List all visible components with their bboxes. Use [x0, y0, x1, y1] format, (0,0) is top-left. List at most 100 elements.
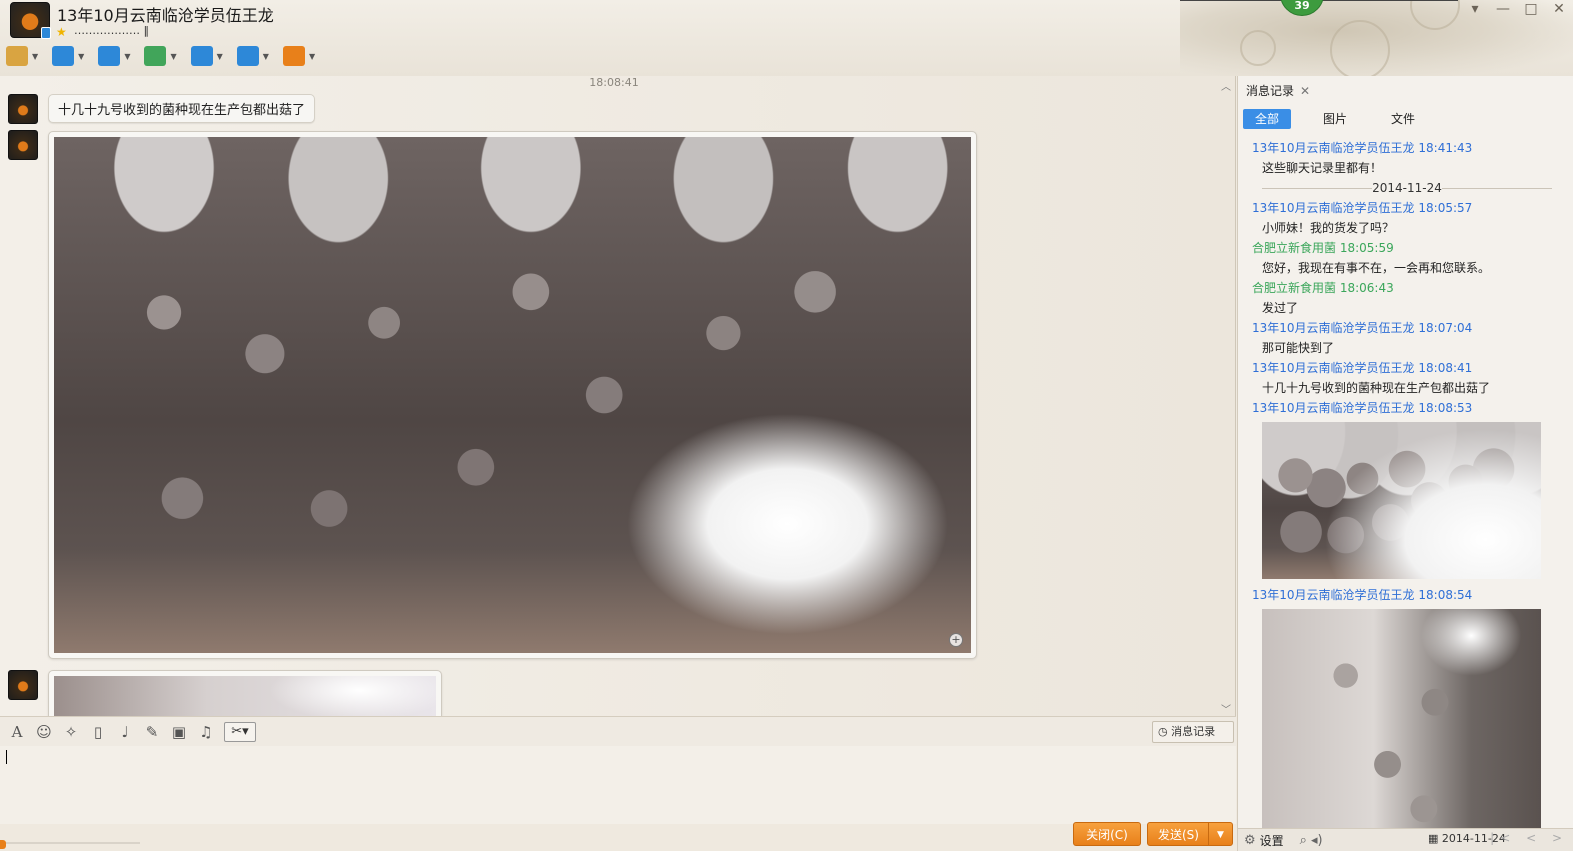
send-options-icon[interactable]: ▼ — [1208, 823, 1232, 845]
settings-label[interactable]: 设置 — [1260, 832, 1284, 849]
filter-files[interactable]: 文件 — [1379, 109, 1427, 129]
dropdown-caret-icon[interactable]: ▼ — [309, 52, 315, 61]
music-icon[interactable]: ♫ — [197, 723, 215, 741]
camera-icon[interactable] — [52, 46, 75, 66]
dropdown-caret-icon[interactable]: ▼ — [263, 52, 269, 61]
dropdown-caret-icon[interactable]: ▼ — [78, 52, 84, 61]
tab-message-history[interactable]: 消息记录 ✕ — [1246, 82, 1310, 99]
contact-name: 13年10月云南临沧学员伍王龙 — [57, 6, 274, 25]
discussion-add-tool[interactable]: ▼ — [144, 46, 177, 66]
history-message-text: 发过了 — [1262, 301, 1299, 315]
input-toolbar: A ☺ ✧ ▯ ♩ ✎ ▣ ♫ ✂▾ — [0, 716, 1236, 746]
sender-name[interactable]: 13年10月云南临沧学员伍王龙 — [1252, 321, 1415, 335]
search-icon[interactable]: ⌕ — [1300, 833, 1307, 848]
sender-avatar[interactable] — [8, 130, 38, 160]
filter-all[interactable]: 全部 — [1243, 109, 1292, 129]
speaker-icon[interactable]: ◂) — [1311, 833, 1323, 848]
contact-avatar[interactable] — [10, 2, 51, 39]
scroll-down-icon[interactable]: ﹀ — [1221, 701, 1231, 716]
image-message[interactable]: + — [48, 131, 977, 659]
message-timestamp: 18:05:59 — [1339, 241, 1394, 255]
apps-grid-icon[interactable] — [282, 46, 305, 66]
file-transfer-tool[interactable]: ▼ — [98, 46, 130, 66]
dropdown-caret-icon[interactable]: ▼ — [32, 52, 38, 61]
microphone-icon[interactable] — [6, 46, 28, 66]
mushroom-photo[interactable] — [54, 676, 436, 716]
history-message-text: 小师妹！我的货发了吗？ — [1262, 221, 1395, 235]
edit-note-icon[interactable]: ✎ — [143, 723, 161, 741]
message-timestamp: 18:08:41 — [1418, 361, 1473, 375]
close-window-button[interactable]: ✕ — [1545, 0, 1573, 20]
history-image-thumbnail[interactable] — [1262, 609, 1541, 831]
history-nav[interactable]: |< < > — [1490, 831, 1568, 845]
calendar-icon: ▦ — [1428, 832, 1442, 845]
history-message-text: 这些聊天记录里都有！ — [1262, 161, 1383, 175]
image-message[interactable] — [48, 670, 442, 716]
history-entry-header: 13年10月云南临沧学员伍王龙 18:07:04 — [1252, 318, 1562, 338]
history-log[interactable]: 13年10月云南临沧学员伍王龙 18:41:43 这些聊天记录里都有！ 2014-1… — [1252, 138, 1562, 837]
history-entry-header: 13年10月云南临沧学员伍王龙 18:08:54 — [1252, 585, 1562, 605]
filter-images[interactable]: 图片 — [1311, 109, 1359, 129]
minimize-button[interactable]: — — [1489, 0, 1517, 20]
dropdown-caret-icon[interactable]: ▼ — [124, 52, 130, 61]
sender-avatar[interactable] — [8, 670, 38, 700]
send-button[interactable]: 发送(S) ▼ — [1147, 822, 1233, 846]
clock-icon: ◷ — [1158, 725, 1172, 738]
file-transfer-icon[interactable] — [98, 46, 121, 66]
gear-icon[interactable]: ⚙ — [1244, 833, 1256, 848]
remote-desktop-tool[interactable]: ▼ — [190, 46, 223, 66]
message-timestamp: 18:06:43 — [1339, 281, 1394, 295]
close-button[interactable]: 关闭(C) — [1073, 822, 1141, 846]
scroll-up-icon[interactable]: ︿ — [1221, 78, 1231, 93]
share-screen-icon[interactable] — [236, 46, 259, 66]
message-history-button[interactable]: ◷ 消息记录 — [1152, 721, 1234, 743]
shake-icon[interactable]: ✧ — [62, 723, 80, 741]
history-footer: ⚙ 设置 ⌕ ◂) ▦ 2014-11-24 |< < > — [1238, 828, 1573, 851]
sender-name[interactable]: 13年10月云南临沧学员伍王龙 — [1252, 141, 1415, 155]
history-message-text: 那可能快到了 — [1262, 341, 1335, 355]
sender-name[interactable]: 13年10月云南临沧学员伍王龙 — [1252, 401, 1415, 415]
menu-chevron-icon[interactable]: ▾ — [1461, 0, 1489, 20]
zoom-in-icon[interactable]: + — [949, 633, 963, 647]
microphone-tool[interactable]: ▼ — [6, 46, 38, 66]
history-entry-header: 合肥立新食用菌 18:05:59 — [1252, 238, 1562, 258]
status-divider — [0, 842, 140, 844]
discussion-add-icon[interactable] — [144, 46, 167, 66]
screenshot-frame-icon[interactable]: ▯ — [89, 723, 107, 741]
image-icon[interactable]: ▣ — [170, 723, 188, 741]
sender-name[interactable]: 13年10月云南临沧学员伍王龙 — [1252, 361, 1415, 375]
voice-icon[interactable]: ♩ — [116, 723, 134, 741]
status-dot-icon — [0, 840, 6, 849]
history-filter-tabs: 全部 图片 文件 — [1243, 109, 1447, 129]
apps-grid-tool[interactable]: ▼ — [282, 46, 315, 66]
dropdown-caret-icon[interactable]: ▼ — [170, 52, 176, 61]
dropdown-caret-icon[interactable]: ▼ — [217, 52, 223, 61]
star-icon: ★ — [56, 25, 67, 39]
close-tab-icon[interactable]: ✕ — [1300, 84, 1310, 98]
mushroom-photo[interactable]: + — [54, 137, 971, 653]
sender-avatar[interactable] — [8, 94, 38, 124]
emoji-icon[interactable]: ☺ — [35, 723, 53, 741]
font-icon[interactable]: A — [8, 723, 26, 741]
message-timestamp: 18:07:04 — [1418, 321, 1473, 335]
history-image-thumbnail[interactable] — [1262, 422, 1541, 579]
text-caret — [6, 750, 7, 764]
mobile-online-icon — [41, 27, 51, 39]
message-history-label: 消息记录 — [1171, 725, 1216, 738]
maximize-button[interactable]: □ — [1517, 0, 1545, 20]
chat-history-pane[interactable]: 18:08:41 ︿ 十几十九号收到的菌种现在生产包都出菇了 + ﹀ — [0, 76, 1236, 716]
sender-name[interactable]: 13年10月云南临沧学员伍王龙 — [1252, 588, 1415, 602]
remote-desktop-icon[interactable] — [190, 46, 213, 66]
screenshot-cut-button[interactable]: ✂▾ — [224, 721, 256, 742]
sender-name[interactable]: 13年10月云南临沧学员伍王龙 — [1252, 201, 1415, 215]
sender-name[interactable]: 合肥立新食用菌 — [1252, 281, 1336, 295]
share-screen-tool[interactable]: ▼ — [236, 46, 269, 66]
chat-toolbar: ▼ ▼ ▼ ▼ ▼ ▼ ▼ — [6, 46, 329, 66]
camera-tool[interactable]: ▼ — [52, 46, 84, 66]
history-entry-header: 合肥立新食用菌 18:06:43 — [1252, 278, 1562, 298]
window-controls: ▾ — □ ✕ — [1461, 0, 1573, 22]
message-input[interactable] — [0, 746, 1236, 824]
message-timestamp: 18:08:54 — [1418, 588, 1473, 602]
message-timestamp: 18:41:43 — [1418, 141, 1473, 155]
sender-name[interactable]: 合肥立新食用菌 — [1252, 241, 1336, 255]
